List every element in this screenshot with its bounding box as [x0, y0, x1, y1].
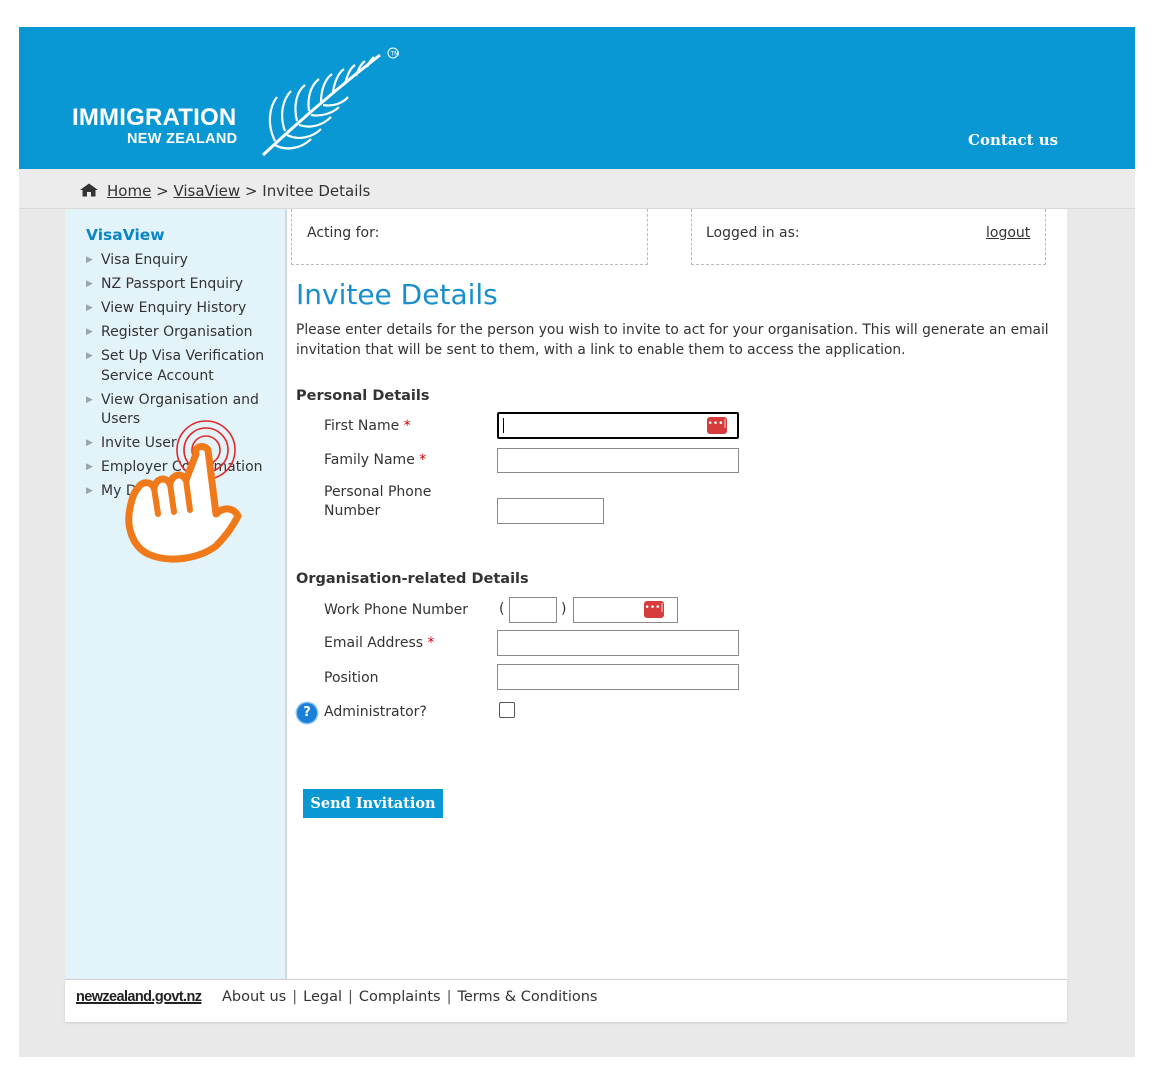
password-manager-icon[interactable]: •••|: [707, 417, 727, 434]
family-name-label: Family Name *: [324, 451, 426, 470]
first-name-label-text: First Name: [324, 418, 400, 434]
triangle-right-icon: ▶: [86, 486, 93, 496]
breadcrumb-current: Invitee Details: [262, 182, 371, 200]
triangle-right-icon: ▶: [86, 438, 93, 448]
breadcrumb-separator: >: [156, 182, 169, 200]
personal-details-heading: Personal Details: [296, 388, 430, 404]
footer-link-legal[interactable]: Legal: [303, 989, 342, 1005]
personal-phone-label: Personal Phone Number: [324, 483, 431, 521]
breadcrumb-separator: >: [244, 182, 258, 200]
paren-close: ): [561, 601, 567, 617]
work-phone-area-code-input[interactable]: [509, 597, 557, 623]
logo-text-new-zealand: NEW ZEALAND: [127, 131, 238, 147]
nz-govt-logo[interactable]: newzealand.govt.nz: [76, 989, 202, 1005]
family-name-label-text: Family Name: [324, 452, 415, 468]
position-input[interactable]: [497, 664, 739, 690]
sidebar-item-register-organisation[interactable]: ▶ Register Organisation: [86, 323, 276, 343]
required-mark: *: [427, 635, 435, 651]
administrator-checkbox[interactable]: [499, 702, 515, 718]
sidebar-item-view-enquiry-history[interactable]: ▶ View Enquiry History: [86, 299, 276, 319]
triangle-right-icon: ▶: [86, 279, 93, 289]
required-mark: *: [403, 418, 411, 434]
sidebar-item-nz-passport-enquiry[interactable]: ▶ NZ Passport Enquiry: [86, 275, 276, 295]
intro-text: Please enter details for the person you …: [296, 322, 1049, 358]
fern-logo-icon: TM: [261, 47, 400, 157]
home-icon[interactable]: [79, 183, 99, 197]
administrator-label: Administrator?: [324, 704, 427, 720]
help-icon[interactable]: ?: [297, 703, 317, 723]
position-label: Position: [324, 670, 379, 686]
email-address-label: Email Address *: [324, 634, 435, 653]
page-title: Invitee Details: [296, 278, 498, 311]
svg-text:TM: TM: [390, 51, 400, 58]
footer-separator: |: [446, 989, 452, 1005]
triangle-right-icon: ▶: [86, 255, 93, 265]
footer-separator: |: [348, 989, 353, 1005]
first-name-input[interactable]: •••|: [497, 412, 739, 439]
sidebar-title[interactable]: VisaView: [86, 226, 165, 244]
sidebar-item-label: NZ Passport Enquiry: [101, 276, 244, 292]
personal-phone-input[interactable]: [497, 498, 604, 524]
triangle-right-icon: ▶: [86, 303, 93, 313]
logout-link[interactable]: logout: [986, 225, 1030, 241]
breadcrumb-home[interactable]: Home: [107, 182, 151, 200]
personal-phone-label-line1: Personal Phone: [324, 484, 432, 500]
sidebar-item-label: Visa Enquiry: [101, 252, 188, 268]
pointing-hand-icon: [125, 420, 242, 563]
work-phone-label: Work Phone Number: [324, 602, 468, 618]
password-manager-icon[interactable]: •••|: [644, 601, 664, 618]
logo-text-immigration: IMMIGRATION: [72, 104, 237, 131]
breadcrumb-visaview[interactable]: VisaView: [173, 182, 240, 200]
acting-for-label: Acting for:: [307, 225, 380, 241]
footer-link-terms[interactable]: Terms & Conditions: [457, 989, 597, 1005]
footer-link-about-us[interactable]: About us: [222, 989, 286, 1005]
sidebar-item-label: View Enquiry History: [101, 300, 247, 316]
footer-link-complaints[interactable]: Complaints: [359, 989, 441, 1005]
footer-separator: |: [292, 989, 298, 1005]
sidebar-item-visa-verification-account[interactable]: ▶ Set Up Visa Verification Service Accoun…: [86, 347, 276, 386]
footer-links: About us | Legal | Complaints | Terms & Condit…: [222, 989, 597, 1005]
breadcrumb: Home > VisaView > Invitee Details: [79, 182, 370, 200]
triangle-right-icon: ▶: [86, 394, 93, 405]
text-cursor: [503, 418, 504, 433]
triangle-right-icon: ▶: [86, 351, 93, 361]
organisation-details-heading: Organisation-related Details: [296, 571, 529, 587]
email-label-text: Email Address: [324, 635, 424, 651]
first-name-label: First Name *: [324, 417, 411, 436]
send-invitation-button[interactable]: Send Invitation: [303, 789, 443, 818]
work-phone-number-input[interactable]: •••|: [573, 597, 678, 623]
personal-phone-label-line2: Number: [324, 503, 381, 519]
paren-open: (: [499, 601, 505, 617]
contact-us-link[interactable]: Contact us: [968, 131, 1058, 149]
required-mark: *: [419, 452, 427, 468]
triangle-right-icon: ▶: [86, 462, 93, 472]
triangle-right-icon: ▶: [86, 327, 93, 337]
sidebar-item-label: Register Organisation: [101, 324, 253, 340]
family-name-input[interactable]: [497, 448, 739, 473]
email-address-input[interactable]: [497, 630, 739, 656]
logged-in-label: Logged in as:: [706, 225, 800, 241]
sidebar-item-label: Set Up Visa Verification Service Account: [101, 348, 265, 384]
sidebar-item-visa-enquiry[interactable]: ▶ Visa Enquiry: [86, 251, 276, 271]
